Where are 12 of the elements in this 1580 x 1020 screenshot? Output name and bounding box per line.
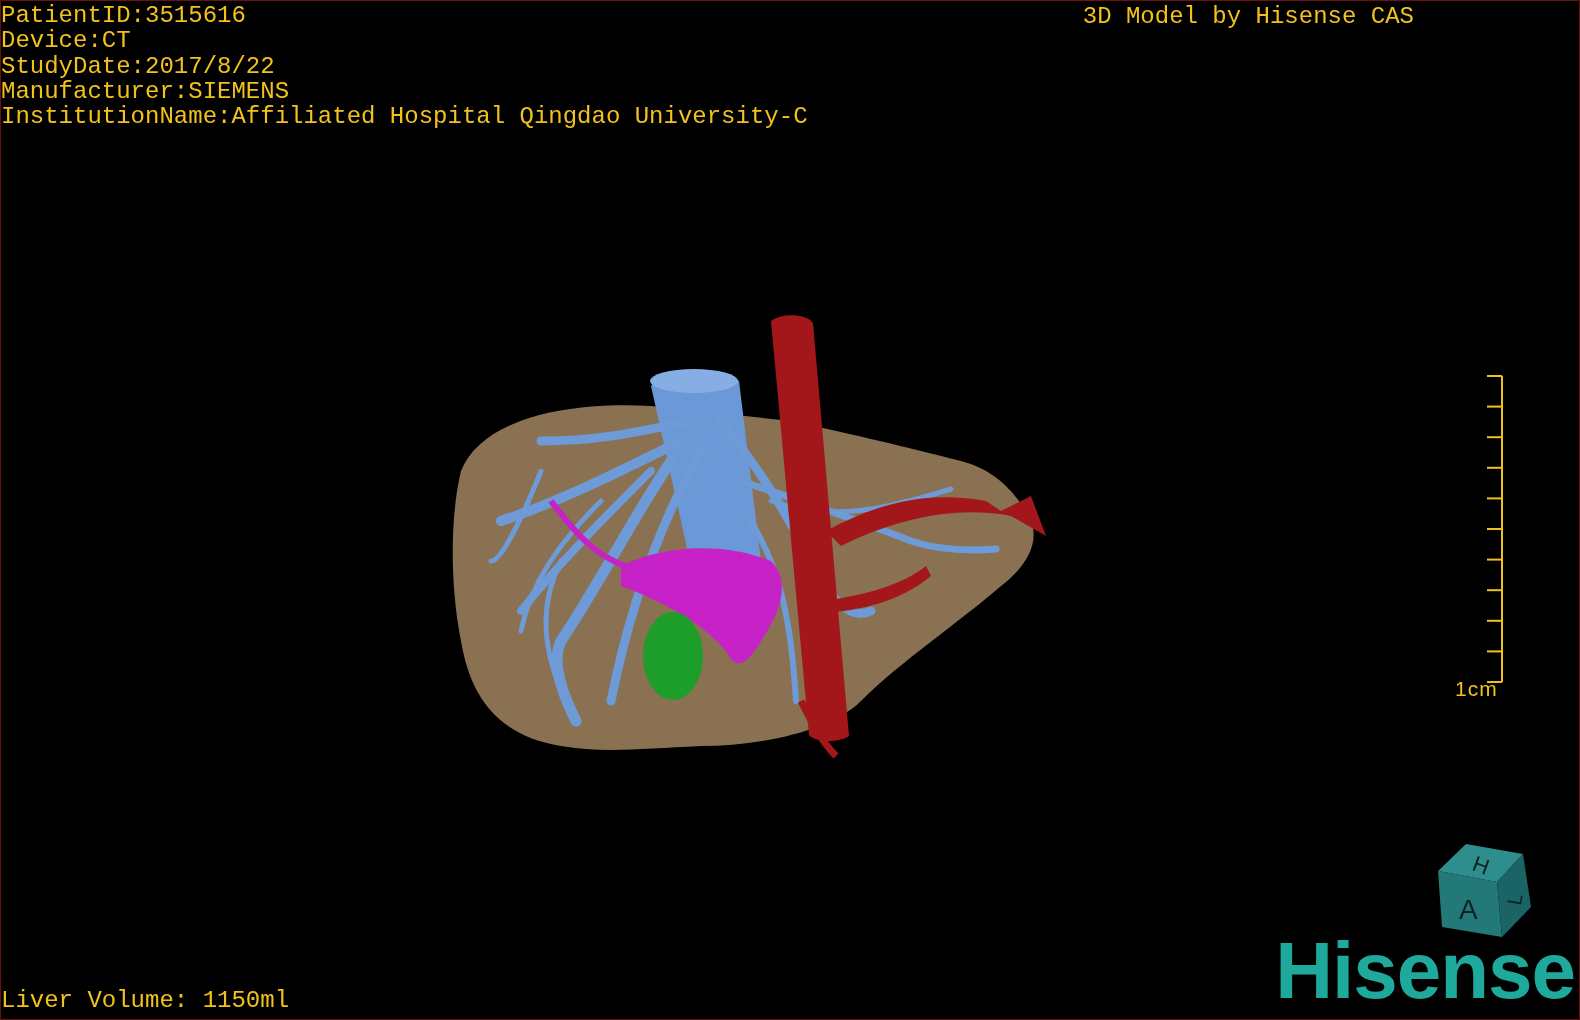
scale-label: 1cm	[1455, 677, 1498, 701]
info-line: InstitutionName:Affiliated Hospital Qingdao University-C	[1, 104, 808, 130]
info-line: PatientID:3515616	[1, 3, 247, 29]
viewer-title: 3D Model by Hisense CAS	[1082, 3, 1414, 30]
cube-top-letter: H	[1469, 851, 1493, 880]
liver-volume-text: Liver Volume: 1150ml	[1, 987, 290, 1016]
logo-text: Hisense	[1275, 931, 1575, 1011]
info-line: Manufacturer:SIEMENS	[1, 78, 291, 105]
cube-side-letter: L	[1503, 892, 1527, 907]
cube-front-letter: A	[1459, 894, 1478, 925]
info-line: Device:CT	[1, 28, 132, 54]
info-line: StudyDate:2017/8/22	[1, 53, 276, 79]
